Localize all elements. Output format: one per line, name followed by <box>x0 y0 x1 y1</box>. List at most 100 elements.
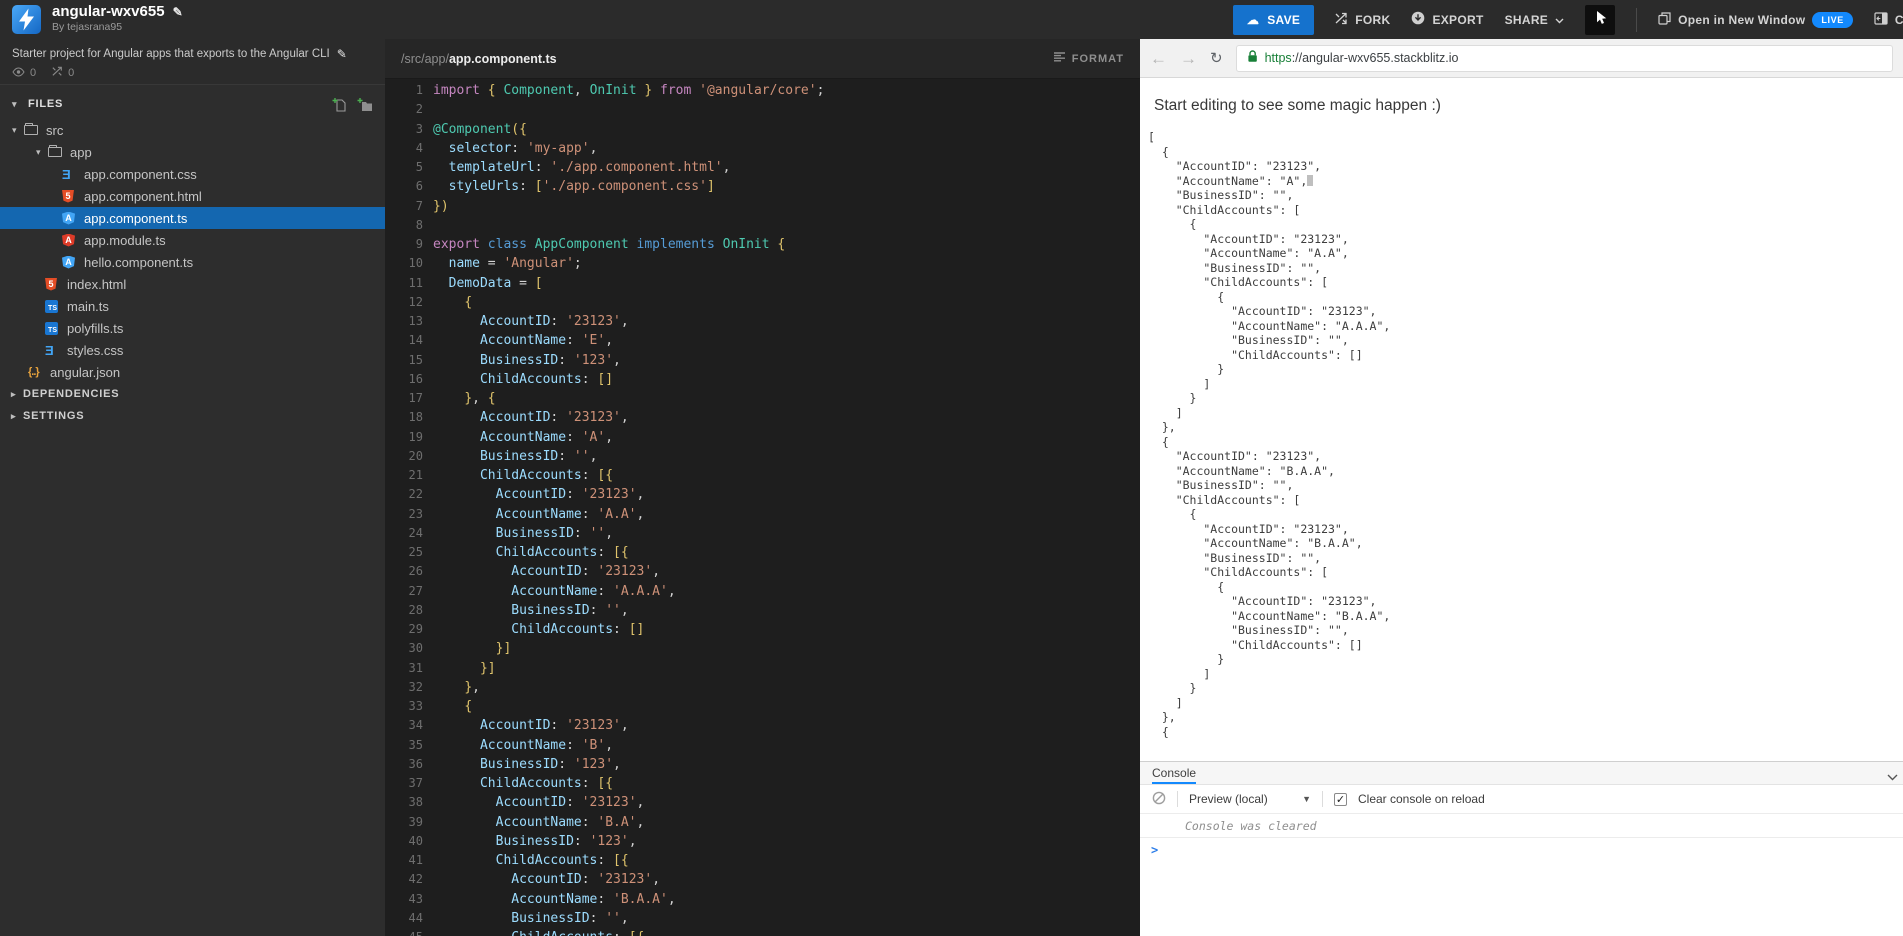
code-line[interactable]: 34 AccountID: '23123', <box>385 716 1140 735</box>
json-line: } <box>1148 681 1197 695</box>
code-line[interactable]: 26 AccountID: '23123', <box>385 562 1140 581</box>
code-line[interactable]: 36 BusinessID: '123', <box>385 755 1140 774</box>
code-line[interactable]: 6 styleUrls: ['./app.component.css'] <box>385 177 1140 196</box>
code-line[interactable]: 22 AccountID: '23123', <box>385 485 1140 504</box>
code-line[interactable]: 37 ChildAccounts: [{ <box>385 774 1140 793</box>
edit-title-icon[interactable]: ✎ <box>173 5 183 19</box>
dependencies-section-header[interactable]: ▸ DEPENDENCIES <box>0 383 385 405</box>
file-label: app.component.html <box>84 188 202 204</box>
file-item-polyfills.ts[interactable]: TS polyfills.ts <box>0 317 385 339</box>
code-line[interactable]: 1 import { Component, OnInit } from '@ang… <box>385 81 1140 100</box>
code-line[interactable]: 9 export class AppComponent implements On… <box>385 235 1140 254</box>
code-line[interactable]: 42 AccountID: '23123', <box>385 870 1140 889</box>
console-source-dropdown[interactable]: Preview (local) ▼ <box>1189 792 1311 806</box>
files-section-header[interactable]: ▾ FILES <box>0 89 385 119</box>
new-folder-button[interactable] <box>357 97 373 112</box>
code-line[interactable]: 25 ChildAccounts: [{ <box>385 543 1140 562</box>
code-line[interactable]: 30 }] <box>385 639 1140 658</box>
format-button[interactable]: FORMAT <box>1053 52 1124 65</box>
code-line[interactable]: 33 { <box>385 697 1140 716</box>
code-line[interactable]: 23 AccountName: 'A.A', <box>385 505 1140 524</box>
code-line[interactable]: 3 @Component({ <box>385 120 1140 139</box>
code-line[interactable]: 44 BusinessID: '', <box>385 909 1140 928</box>
open-in-new-window-button[interactable]: Open in New Window LIVE <box>1658 11 1853 28</box>
code-line[interactable]: 45 ChildAccounts: [{ <box>385 928 1140 936</box>
code-line[interactable]: 29 ChildAccounts: [] <box>385 620 1140 639</box>
line-number: 44 <box>408 910 423 925</box>
export-button[interactable]: EXPORT <box>1411 11 1483 28</box>
code-line[interactable]: 19 AccountName: 'A', <box>385 428 1140 447</box>
line-number: 29 <box>408 622 423 636</box>
code-line[interactable]: 15 BusinessID: '123', <box>385 351 1140 370</box>
file-item-app[interactable]: ▾ app <box>0 141 385 163</box>
file-item-app.component.css[interactable]: Ǝapp.component.css <box>0 163 385 185</box>
code-line[interactable]: 28 BusinessID: '', <box>385 601 1140 620</box>
code-line[interactable]: 27 AccountName: 'A.A.A', <box>385 582 1140 601</box>
code-line[interactable]: 21 ChildAccounts: [{ <box>385 466 1140 485</box>
code-line[interactable]: 4 selector: 'my-app', <box>385 139 1140 158</box>
code-line[interactable]: 10 name = 'Angular'; <box>385 254 1140 273</box>
caret-down-icon[interactable]: ▾ <box>36 147 48 158</box>
code-line[interactable]: 18 AccountID: '23123', <box>385 408 1140 427</box>
settings-section-header[interactable]: ▸ SETTINGS <box>0 405 385 427</box>
breadcrumb-path: /src/app/ <box>401 51 449 66</box>
code-line[interactable]: 11 DemoData = [ <box>385 274 1140 293</box>
code-line[interactable]: 43 AccountName: 'B.A.A', <box>385 890 1140 909</box>
pointer-tool-button[interactable] <box>1585 4 1616 35</box>
json-line: { <box>1148 724 1169 739</box>
code-line[interactable]: 38 AccountID: '23123', <box>385 793 1140 812</box>
forward-icon[interactable]: → <box>1180 50 1197 67</box>
code-line[interactable]: 17 }, { <box>385 389 1140 408</box>
code-line[interactable]: 24 BusinessID: '', <box>385 524 1140 543</box>
code-line[interactable]: 13 AccountID: '23123', <box>385 312 1140 331</box>
close-preview-button[interactable]: Close <box>1874 11 1903 28</box>
url-scheme: https <box>1264 51 1292 65</box>
edit-description-icon[interactable]: ✎ <box>337 47 347 61</box>
refresh-icon[interactable]: ↻ <box>1210 49 1223 67</box>
clear-on-reload-checkbox[interactable]: ✓ <box>1334 792 1347 806</box>
project-description: Starter project for Angular apps that ex… <box>12 48 330 60</box>
back-icon[interactable]: ← <box>1150 50 1167 67</box>
code-line[interactable]: 14 AccountName: 'E', <box>385 331 1140 350</box>
code-line[interactable]: 8 <box>385 216 1140 235</box>
line-number: 12 <box>408 294 423 309</box>
code-line[interactable]: 35 AccountName: 'B', <box>385 736 1140 755</box>
code-line[interactable]: 20 BusinessID: '', <box>385 447 1140 466</box>
file-item-styles.css[interactable]: Ǝstyles.css <box>0 339 385 361</box>
clear-console-icon[interactable] <box>1152 791 1166 808</box>
url-input[interactable]: https://angular-wxv655.stackblitz.io <box>1235 44 1893 72</box>
code-line[interactable]: 5 templateUrl: './app.component.html', <box>385 158 1140 177</box>
fork-button[interactable]: FORK <box>1335 12 1390 28</box>
file-item-app.component.ts[interactable]: Aapp.component.ts <box>0 207 385 229</box>
share-button[interactable]: SHARE <box>1505 13 1565 27</box>
caret-down-icon[interactable]: ▾ <box>12 125 24 136</box>
file-label: app <box>70 144 92 160</box>
json-line: "ChildAccounts": [] <box>1148 347 1363 362</box>
code-line[interactable]: 31 }] <box>385 659 1140 678</box>
file-item-app.component.html[interactable]: 5 app.component.html <box>0 185 385 207</box>
console-input[interactable]: > <box>1140 838 1903 862</box>
code-line[interactable]: 32 }, <box>385 678 1140 697</box>
file-item-main.ts[interactable]: TS main.ts <box>0 295 385 317</box>
code-line[interactable]: 7}) <box>385 197 1140 216</box>
console-tab[interactable]: Console <box>1152 766 1197 784</box>
save-button[interactable]: ☁ SAVE <box>1232 4 1315 35</box>
file-item-hello.component.ts[interactable]: Ahello.component.ts <box>0 251 385 273</box>
file-item-index.html[interactable]: 5 index.html <box>0 273 385 295</box>
padlock-icon <box>1247 50 1258 66</box>
code-line[interactable]: 16 ChildAccounts: [] <box>385 370 1140 389</box>
file-item-src[interactable]: ▾ src <box>0 119 385 141</box>
console-collapse-icon[interactable] <box>1887 768 1898 786</box>
code-line[interactable]: 41 ChildAccounts: [{ <box>385 851 1140 870</box>
new-file-button[interactable] <box>332 97 347 112</box>
code-line[interactable]: 2 <box>385 100 1140 119</box>
code-line[interactable]: 12 { <box>385 293 1140 312</box>
line-number: 5 <box>415 160 423 174</box>
code-editor[interactable]: 1 import { Component, OnInit } from '@ang… <box>385 79 1140 936</box>
file-label: app.component.css <box>84 166 197 182</box>
code-line[interactable]: 40 BusinessID: '123', <box>385 832 1140 851</box>
file-item-app.module.ts[interactable]: Aapp.module.ts <box>0 229 385 251</box>
file-item-angular.json[interactable]: {..} angular.json <box>0 361 385 383</box>
stackblitz-logo-icon[interactable] <box>12 5 41 34</box>
code-line[interactable]: 39 AccountName: 'B.A', <box>385 813 1140 832</box>
